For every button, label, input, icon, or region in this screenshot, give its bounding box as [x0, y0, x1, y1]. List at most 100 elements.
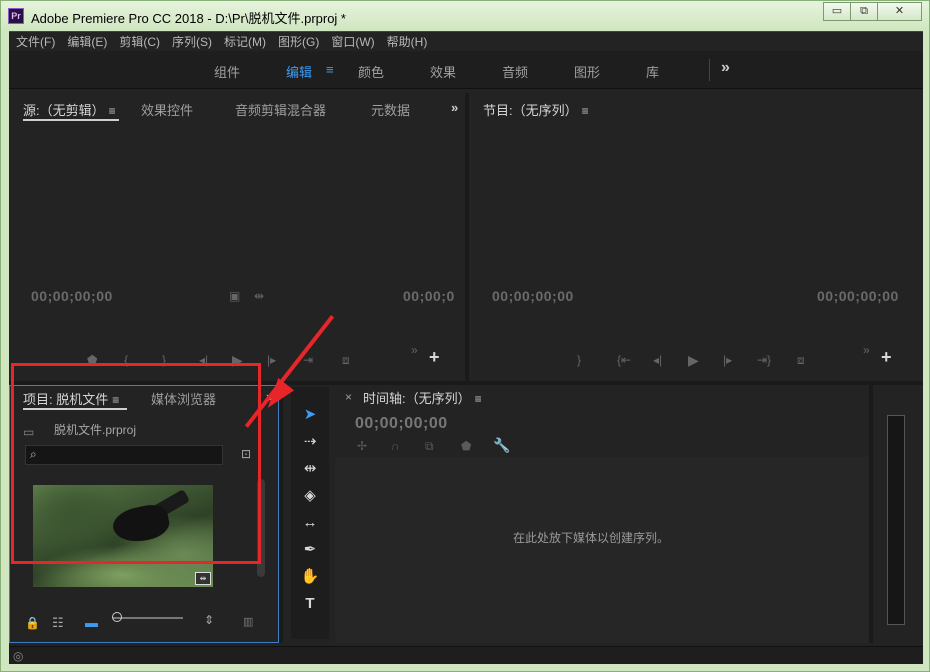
program-monitor-panel: 节目:（无序列） ≡ 00;00;00;00 00;00;00;00 } {⇤ ◂…	[469, 93, 923, 381]
tab-program[interactable]: 节目:（无序列） ≡	[483, 100, 589, 119]
workspace-tab-editing[interactable]: 编辑	[286, 62, 312, 81]
workspace-bar: 组件 编辑 ≡ 颜色 效果 音频 图形 库 »	[9, 51, 923, 89]
project-menu-icon[interactable]: ≡	[112, 393, 119, 407]
razor-tool-icon[interactable]: ◈	[297, 484, 323, 508]
tools-panel: ➤ ⇢ ⇹ ◈ ↔ ✒ ✋ T	[291, 387, 329, 639]
source-menu-icon[interactable]: ≡	[109, 104, 116, 118]
program-duration-timecode: 00;00;00;00	[817, 288, 899, 304]
workspace-tab-graphics[interactable]: 图形	[574, 62, 600, 81]
wrench-icon[interactable]: 🔧	[493, 437, 510, 454]
nest-icon[interactable]: ✢	[357, 439, 367, 453]
audio-meter	[887, 415, 905, 625]
go-to-in-icon[interactable]: {⇤	[617, 353, 631, 367]
automate-icon[interactable]: ▥	[243, 615, 253, 628]
project-file-name: 脱机文件.prproj	[54, 423, 137, 437]
program-button-more-icon[interactable]: »	[863, 343, 870, 357]
menu-sequence[interactable]: 序列(S)	[172, 33, 212, 50]
selection-tool-icon[interactable]: ➤	[297, 403, 323, 427]
export-frame-icon[interactable]: ⧈	[342, 353, 350, 368]
slip-tool-icon[interactable]: ↔	[297, 511, 323, 535]
workspace-tab-assembly[interactable]: 组件	[214, 62, 240, 81]
tab-effect-controls[interactable]: 效果控件	[141, 100, 193, 119]
tab-metadata[interactable]: 元数据	[371, 100, 410, 119]
drag-audio-icon[interactable]: ⇹	[254, 289, 264, 303]
mark-out-icon[interactable]: }	[162, 353, 166, 367]
title-bar[interactable]: Pr Adobe Premiere Pro CC 2018 - D:\Pr\脱机…	[1, 1, 929, 31]
tab-timeline[interactable]: 时间轴:（无序列） ≡	[363, 388, 482, 407]
menu-markers[interactable]: 标记(M)	[224, 33, 266, 50]
program-menu-icon[interactable]: ≡	[582, 104, 589, 118]
workspace-tab-effects[interactable]: 效果	[430, 62, 456, 81]
menu-clip[interactable]: 剪辑(C)	[119, 33, 160, 50]
source-more-icon[interactable]: »	[451, 100, 458, 115]
workspace-tab-color[interactable]: 颜色	[358, 62, 384, 81]
search-icon: ⌕	[30, 447, 37, 461]
hand-tool-icon[interactable]: ✋	[297, 565, 323, 589]
menu-help[interactable]: 帮助(H)	[387, 33, 428, 50]
workspace-more-icon[interactable]: »	[721, 59, 730, 77]
find-icon[interactable]: ⊡	[241, 447, 251, 461]
track-select-tool-icon[interactable]: ⇢	[297, 430, 323, 454]
mark-in-icon[interactable]: {	[124, 353, 128, 367]
tab-source[interactable]: 源:（无剪辑） ≡	[23, 100, 116, 119]
zoom-slider-handle[interactable]	[112, 612, 122, 622]
timeline-track-area[interactable]	[335, 457, 869, 643]
timeline-timecode[interactable]: 00;00;00;00	[355, 415, 448, 433]
list-view-icon[interactable]: ☷	[52, 615, 64, 631]
menu-window[interactable]: 窗口(W)	[331, 33, 374, 50]
add-marker-icon[interactable]: ⬟	[87, 353, 97, 367]
tab-media-browser[interactable]: 媒体浏览器	[151, 389, 216, 408]
program-playhead-timecode[interactable]: 00;00;00;00	[492, 288, 574, 304]
program-play-icon[interactable]: ▶	[688, 352, 699, 369]
go-to-out-icon[interactable]: ⇥}	[757, 353, 771, 367]
button-editor-more-icon[interactable]: »	[411, 343, 418, 357]
restore-button[interactable]: ⧉	[850, 2, 878, 21]
workspace-tab-libraries[interactable]: 库	[646, 62, 659, 81]
tab-program-label: 节目:（无序列）	[483, 103, 578, 118]
source-playhead-timecode[interactable]: 00;00;00;00	[31, 288, 113, 304]
tab-audio-clip-mixer[interactable]: 音频剪辑混合器	[235, 100, 326, 119]
menu-file[interactable]: 文件(F)	[16, 33, 55, 50]
workspace-tab-audio[interactable]: 音频	[502, 62, 528, 81]
tab-project[interactable]: 项目: 脱机文件 ≡	[23, 389, 119, 408]
program-export-frame-icon[interactable]: ⧈	[797, 353, 805, 368]
menu-edit[interactable]: 编辑(E)	[67, 33, 107, 50]
step-back-icon[interactable]: ◂|	[199, 353, 208, 367]
timeline-panel: × 时间轴:（无序列） ≡ 00;00;00;00 ✢ ∩ ⧉ ⬟ 🔧	[335, 385, 869, 643]
minimize-button[interactable]: ▭	[823, 2, 851, 21]
timeline-close-icon[interactable]: ×	[345, 390, 352, 404]
project-scrollbar[interactable]	[257, 479, 265, 577]
status-icon: ◎	[13, 649, 24, 663]
source-monitor-panel: 源:（无剪辑） ≡ 效果控件 音频剪辑混合器 元数据 » 00;00;00;00 …	[9, 93, 465, 381]
menu-graphics[interactable]: 图形(G)	[278, 33, 319, 50]
program-button-plus-icon[interactable]: +	[881, 347, 892, 368]
sort-icon[interactable]: ⇕	[204, 613, 214, 627]
workspace-menu-icon[interactable]: ≡	[326, 62, 334, 77]
ripple-edit-tool-icon[interactable]: ⇹	[297, 457, 323, 481]
pen-tool-icon[interactable]: ✒	[297, 538, 323, 562]
project-panel-tabs: 项目: 脱机文件≡ 媒体浏览器 »	[10, 386, 278, 414]
program-step-forward-icon[interactable]: |▸	[723, 353, 732, 367]
lock-icon[interactable]: 🔒	[25, 616, 40, 630]
media-thumbnail[interactable]: ⇹	[33, 485, 213, 587]
snap-icon[interactable]: ∩	[391, 439, 400, 453]
program-mark-out-icon[interactable]: }	[577, 353, 581, 367]
button-editor-plus-icon[interactable]: +	[429, 347, 440, 368]
project-search-input[interactable]: ⌕	[25, 445, 223, 465]
timeline-menu-icon[interactable]: ≡	[475, 392, 482, 406]
program-step-back-icon[interactable]: ◂|	[653, 353, 662, 367]
play-icon[interactable]: ▶	[232, 352, 243, 369]
premiere-workspace: 组件 编辑 ≡ 颜色 效果 音频 图形 库 » 源:（无剪辑） ≡ 效果控件 音频…	[9, 51, 923, 664]
drag-video-icon[interactable]: ▣	[229, 289, 240, 303]
project-divider[interactable]	[279, 385, 283, 643]
timeline-marker-icon[interactable]: ⬟	[461, 439, 471, 453]
source-panel-tabs: 源:（无剪辑） ≡ 效果控件 音频剪辑混合器 元数据 »	[9, 93, 465, 121]
zoom-slider[interactable]	[113, 617, 183, 619]
window-title: Adobe Premiere Pro CC 2018 - D:\Pr\脱机文件.…	[31, 11, 346, 26]
type-tool-icon[interactable]: T	[297, 592, 323, 616]
step-forward-icon[interactable]: |▸	[267, 353, 276, 367]
icon-view-icon[interactable]: ▬	[85, 615, 98, 630]
app-window: Pr Adobe Premiere Pro CC 2018 - D:\Pr\脱机…	[0, 0, 930, 672]
linked-selection-icon[interactable]: ⧉	[425, 439, 434, 454]
close-button[interactable]: ✕	[877, 2, 922, 21]
